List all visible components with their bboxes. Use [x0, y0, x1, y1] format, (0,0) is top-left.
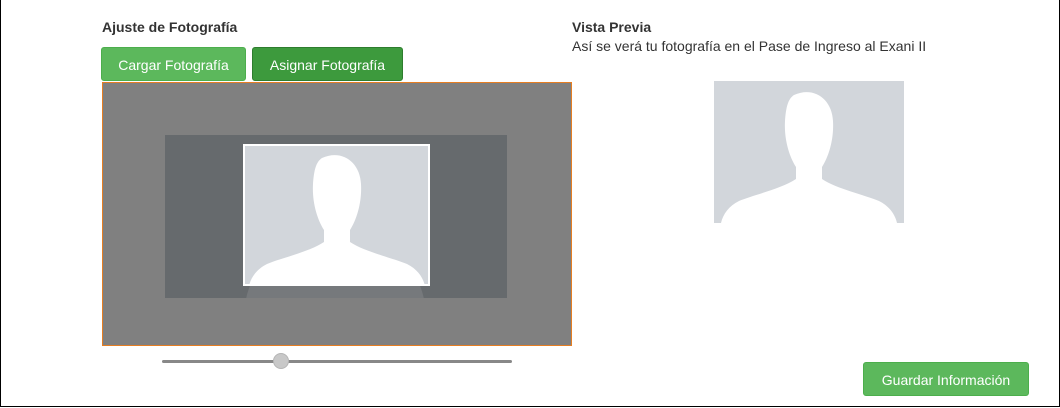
- zoom-slider-track[interactable]: [162, 360, 512, 363]
- photo-preview: [714, 81, 904, 223]
- person-silhouette-icon: [721, 92, 897, 223]
- photo-adjust-title: Ajuste de Fotografía: [102, 19, 238, 35]
- preview-title: Vista Previa: [572, 19, 652, 35]
- person-silhouette-icon: [249, 155, 425, 284]
- preview-subtitle: Así se verá tu fotografía en el Pase de …: [572, 38, 927, 54]
- save-info-button[interactable]: Guardar Información: [863, 362, 1029, 396]
- upload-photo-button[interactable]: Cargar Fotografía: [101, 47, 246, 81]
- crop-selection-box[interactable]: [243, 144, 430, 286]
- photo-cropper[interactable]: [102, 82, 572, 346]
- assign-photo-button[interactable]: Asignar Fotografía: [252, 47, 403, 81]
- zoom-slider[interactable]: [162, 352, 512, 372]
- zoom-slider-handle[interactable]: [273, 353, 289, 369]
